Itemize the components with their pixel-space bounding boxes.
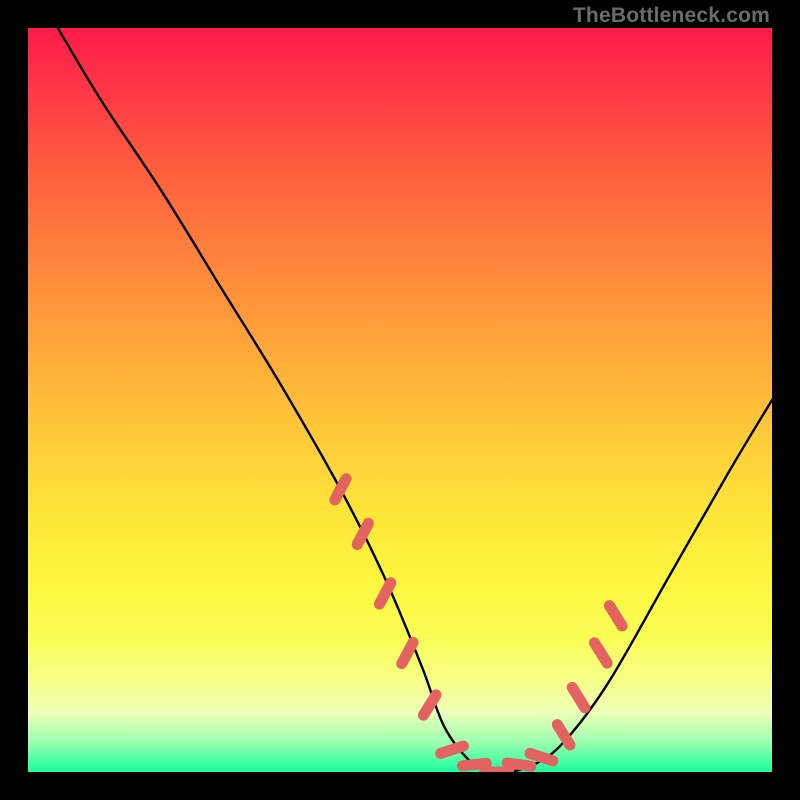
chart-svg bbox=[28, 28, 772, 772]
watermark-text: TheBottleneck.com bbox=[573, 4, 770, 28]
highlight-dash bbox=[557, 725, 570, 745]
highlight-dash bbox=[423, 695, 436, 715]
highlight-dash bbox=[530, 753, 553, 760]
bottleneck-curve bbox=[58, 28, 772, 772]
highlight-dash bbox=[609, 606, 622, 626]
highlight-dash bbox=[507, 763, 531, 766]
highlight-dash bbox=[380, 583, 391, 604]
highlight-dash bbox=[402, 642, 413, 663]
highlight-dash bbox=[463, 763, 487, 766]
highlight-dashes bbox=[335, 479, 622, 772]
highlight-dash bbox=[595, 643, 608, 663]
chart-frame: TheBottleneck.com bbox=[0, 0, 800, 800]
highlight-dash bbox=[572, 687, 585, 707]
plot-area bbox=[28, 28, 772, 772]
highlight-dash bbox=[441, 746, 464, 753]
